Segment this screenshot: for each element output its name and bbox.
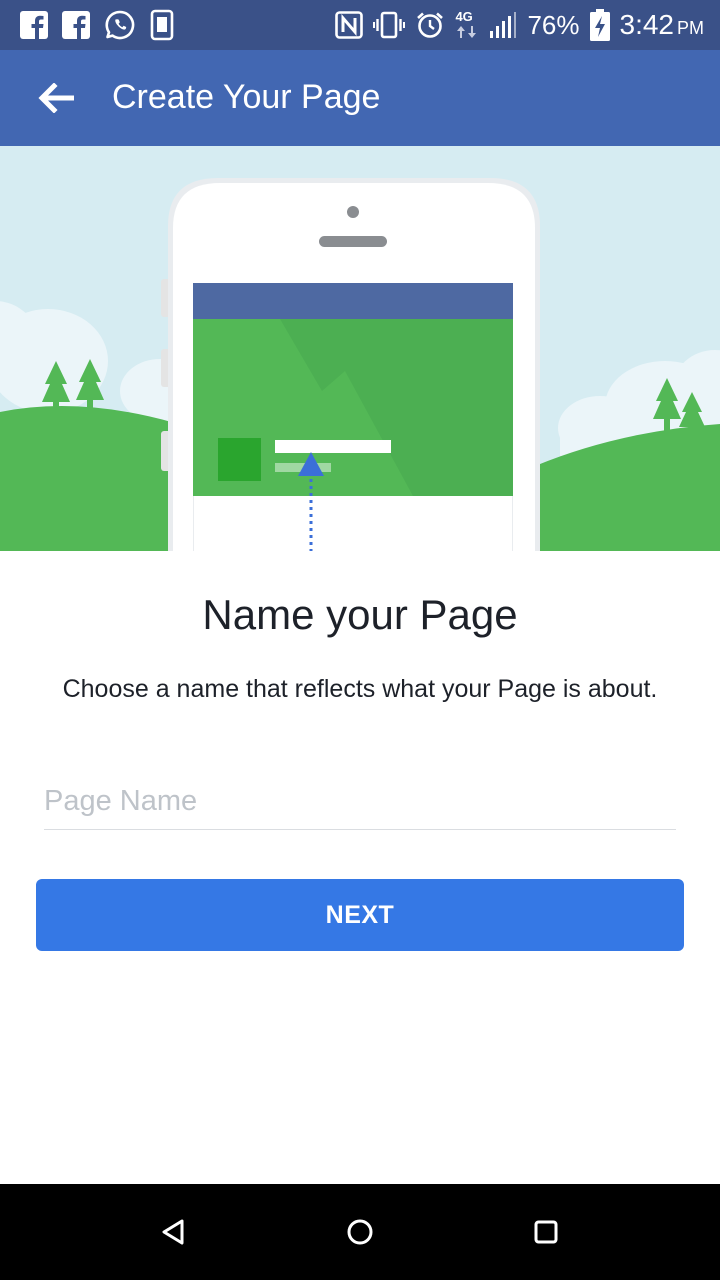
nav-home-button[interactable] — [328, 1208, 392, 1256]
app-bar: Create Your Page — [0, 50, 720, 146]
nfc-icon — [335, 11, 364, 39]
facebook-icon — [20, 11, 48, 39]
nav-back-button[interactable] — [141, 1208, 205, 1256]
notification-icons — [20, 9, 174, 41]
clock-am-pm: PM — [677, 18, 704, 38]
system-status: 4G 76% 3:42 PM — [335, 9, 704, 41]
hero-illustration — [0, 146, 720, 551]
hill-left — [0, 406, 175, 551]
whatsapp-icon — [105, 10, 135, 40]
navigation-bar — [0, 1184, 720, 1280]
facebook-icon — [62, 11, 90, 39]
battery-percent: 76% — [527, 9, 580, 40]
page-name-input[interactable] — [44, 773, 676, 830]
back-arrow-icon — [38, 83, 74, 113]
status-bar: 4G 76% 3:42 PM — [0, 0, 720, 50]
next-button[interactable]: NEXT — [36, 879, 684, 951]
back-button[interactable] — [26, 74, 86, 122]
network-4g-icon: 4G — [455, 10, 479, 40]
section-heading: Name your Page — [202, 591, 518, 638]
back-triangle-icon — [162, 1219, 184, 1245]
main-content: Name your Page Choose a name that reflec… — [0, 551, 720, 1184]
clock-time: 3:42 — [619, 9, 675, 40]
vibrate-icon — [373, 11, 406, 39]
screenshot-icon — [150, 9, 174, 41]
section-description: Choose a name that reflects what your Pa… — [62, 675, 658, 703]
phone-mockup — [161, 178, 540, 551]
clock: 3:42 PM — [620, 9, 705, 41]
nav-recents-button[interactable] — [514, 1208, 578, 1256]
network-type-label: 4G — [455, 9, 473, 24]
recents-square-icon — [534, 1220, 558, 1244]
signal-icon — [490, 12, 517, 38]
page-title: Create Your Page — [112, 78, 381, 116]
data-arrows-icon — [457, 26, 477, 38]
alarm-icon — [417, 12, 444, 38]
battery-charging-icon — [589, 9, 610, 41]
home-circle-icon — [347, 1219, 373, 1245]
